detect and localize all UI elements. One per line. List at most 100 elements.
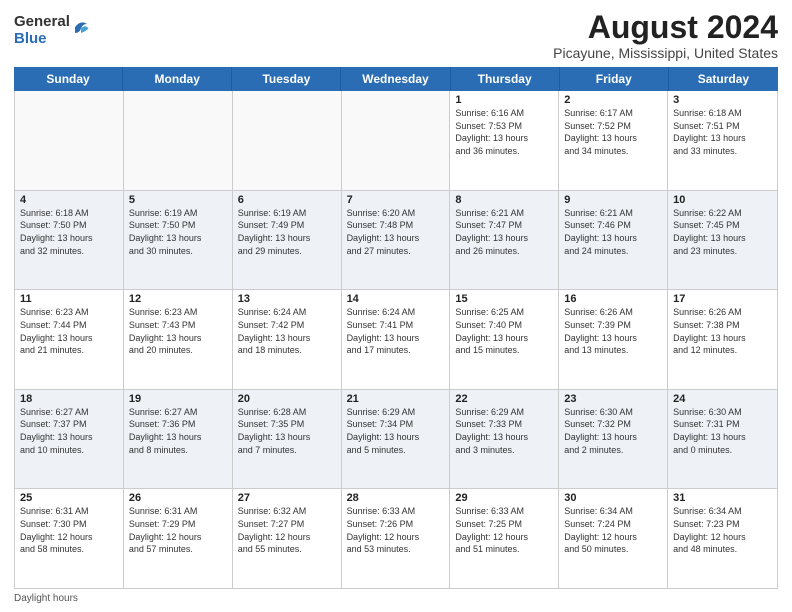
- day-number: 7: [347, 194, 445, 206]
- cal-cell-21: 21Sunrise: 6:29 AM Sunset: 7:34 PM Dayli…: [342, 390, 451, 489]
- cell-info: Sunrise: 6:23 AM Sunset: 7:43 PM Dayligh…: [129, 306, 227, 356]
- cell-info: Sunrise: 6:27 AM Sunset: 7:37 PM Dayligh…: [20, 406, 118, 456]
- calendar-header: Sunday Monday Tuesday Wednesday Thursday…: [14, 67, 778, 91]
- day-number: 24: [673, 393, 772, 405]
- cell-info: Sunrise: 6:30 AM Sunset: 7:31 PM Dayligh…: [673, 406, 772, 456]
- cell-info: Sunrise: 6:34 AM Sunset: 7:23 PM Dayligh…: [673, 505, 772, 555]
- header-sunday: Sunday: [14, 67, 123, 91]
- day-number: 17: [673, 293, 772, 305]
- cell-info: Sunrise: 6:26 AM Sunset: 7:39 PM Dayligh…: [564, 306, 662, 356]
- day-number: 18: [20, 393, 118, 405]
- cal-cell-23: 23Sunrise: 6:30 AM Sunset: 7:32 PM Dayli…: [559, 390, 668, 489]
- cal-cell-30: 30Sunrise: 6:34 AM Sunset: 7:24 PM Dayli…: [559, 489, 668, 588]
- day-number: 6: [238, 194, 336, 206]
- cal-cell-19: 19Sunrise: 6:27 AM Sunset: 7:36 PM Dayli…: [124, 390, 233, 489]
- day-number: 21: [347, 393, 445, 405]
- cell-info: Sunrise: 6:33 AM Sunset: 7:26 PM Dayligh…: [347, 505, 445, 555]
- cell-info: Sunrise: 6:33 AM Sunset: 7:25 PM Dayligh…: [455, 505, 553, 555]
- cell-info: Sunrise: 6:17 AM Sunset: 7:52 PM Dayligh…: [564, 107, 662, 157]
- cell-info: Sunrise: 6:27 AM Sunset: 7:36 PM Dayligh…: [129, 406, 227, 456]
- day-number: 10: [673, 194, 772, 206]
- page: General Blue August 2024 Picayune, Missi…: [0, 0, 792, 612]
- cell-info: Sunrise: 6:26 AM Sunset: 7:38 PM Dayligh…: [673, 306, 772, 356]
- day-number: 2: [564, 94, 662, 106]
- header-thursday: Thursday: [451, 67, 560, 91]
- calendar-body: 1Sunrise: 6:16 AM Sunset: 7:53 PM Daylig…: [14, 91, 778, 589]
- cal-cell-6: 6Sunrise: 6:19 AM Sunset: 7:49 PM Daylig…: [233, 191, 342, 290]
- main-title: August 2024: [553, 10, 778, 45]
- empty-cell: [15, 91, 124, 190]
- title-block: August 2024 Picayune, Mississippi, Unite…: [553, 10, 778, 61]
- day-number: 23: [564, 393, 662, 405]
- cal-row-4: 25Sunrise: 6:31 AM Sunset: 7:30 PM Dayli…: [15, 489, 777, 588]
- day-number: 20: [238, 393, 336, 405]
- cell-info: Sunrise: 6:24 AM Sunset: 7:41 PM Dayligh…: [347, 306, 445, 356]
- cal-cell-22: 22Sunrise: 6:29 AM Sunset: 7:33 PM Dayli…: [450, 390, 559, 489]
- day-number: 8: [455, 194, 553, 206]
- day-number: 12: [129, 293, 227, 305]
- cal-cell-27: 27Sunrise: 6:32 AM Sunset: 7:27 PM Dayli…: [233, 489, 342, 588]
- cal-cell-16: 16Sunrise: 6:26 AM Sunset: 7:39 PM Dayli…: [559, 290, 668, 389]
- cal-cell-18: 18Sunrise: 6:27 AM Sunset: 7:37 PM Dayli…: [15, 390, 124, 489]
- cell-info: Sunrise: 6:28 AM Sunset: 7:35 PM Dayligh…: [238, 406, 336, 456]
- cal-cell-14: 14Sunrise: 6:24 AM Sunset: 7:41 PM Dayli…: [342, 290, 451, 389]
- header-wednesday: Wednesday: [341, 67, 450, 91]
- cal-row-1: 4Sunrise: 6:18 AM Sunset: 7:50 PM Daylig…: [15, 191, 777, 291]
- day-number: 5: [129, 194, 227, 206]
- day-number: 25: [20, 492, 118, 504]
- day-number: 30: [564, 492, 662, 504]
- cal-row-3: 18Sunrise: 6:27 AM Sunset: 7:37 PM Dayli…: [15, 390, 777, 490]
- header: General Blue August 2024 Picayune, Missi…: [14, 10, 778, 61]
- cal-row-2: 11Sunrise: 6:23 AM Sunset: 7:44 PM Dayli…: [15, 290, 777, 390]
- cal-row-0: 1Sunrise: 6:16 AM Sunset: 7:53 PM Daylig…: [15, 91, 777, 191]
- logo-blue: Blue: [14, 31, 70, 48]
- cal-cell-3: 3Sunrise: 6:18 AM Sunset: 7:51 PM Daylig…: [668, 91, 777, 190]
- cal-cell-15: 15Sunrise: 6:25 AM Sunset: 7:40 PM Dayli…: [450, 290, 559, 389]
- cal-cell-28: 28Sunrise: 6:33 AM Sunset: 7:26 PM Dayli…: [342, 489, 451, 588]
- day-number: 29: [455, 492, 553, 504]
- day-number: 9: [564, 194, 662, 206]
- cell-info: Sunrise: 6:21 AM Sunset: 7:46 PM Dayligh…: [564, 207, 662, 257]
- day-number: 3: [673, 94, 772, 106]
- cal-cell-9: 9Sunrise: 6:21 AM Sunset: 7:46 PM Daylig…: [559, 191, 668, 290]
- cal-cell-1: 1Sunrise: 6:16 AM Sunset: 7:53 PM Daylig…: [450, 91, 559, 190]
- empty-cell: [124, 91, 233, 190]
- calendar: Sunday Monday Tuesday Wednesday Thursday…: [14, 67, 778, 589]
- day-number: 31: [673, 492, 772, 504]
- day-number: 4: [20, 194, 118, 206]
- day-number: 14: [347, 293, 445, 305]
- day-number: 19: [129, 393, 227, 405]
- cal-cell-25: 25Sunrise: 6:31 AM Sunset: 7:30 PM Dayli…: [15, 489, 124, 588]
- cell-info: Sunrise: 6:19 AM Sunset: 7:49 PM Dayligh…: [238, 207, 336, 257]
- cal-cell-11: 11Sunrise: 6:23 AM Sunset: 7:44 PM Dayli…: [15, 290, 124, 389]
- footer: Daylight hours: [14, 593, 778, 604]
- day-number: 16: [564, 293, 662, 305]
- cell-info: Sunrise: 6:25 AM Sunset: 7:40 PM Dayligh…: [455, 306, 553, 356]
- cal-cell-26: 26Sunrise: 6:31 AM Sunset: 7:29 PM Dayli…: [124, 489, 233, 588]
- cal-cell-2: 2Sunrise: 6:17 AM Sunset: 7:52 PM Daylig…: [559, 91, 668, 190]
- cell-info: Sunrise: 6:23 AM Sunset: 7:44 PM Dayligh…: [20, 306, 118, 356]
- logo: General Blue: [14, 14, 90, 47]
- empty-cell: [342, 91, 451, 190]
- cell-info: Sunrise: 6:29 AM Sunset: 7:34 PM Dayligh…: [347, 406, 445, 456]
- cal-cell-4: 4Sunrise: 6:18 AM Sunset: 7:50 PM Daylig…: [15, 191, 124, 290]
- cell-info: Sunrise: 6:29 AM Sunset: 7:33 PM Dayligh…: [455, 406, 553, 456]
- cell-info: Sunrise: 6:16 AM Sunset: 7:53 PM Dayligh…: [455, 107, 553, 157]
- cell-info: Sunrise: 6:20 AM Sunset: 7:48 PM Dayligh…: [347, 207, 445, 257]
- cell-info: Sunrise: 6:21 AM Sunset: 7:47 PM Dayligh…: [455, 207, 553, 257]
- cal-cell-31: 31Sunrise: 6:34 AM Sunset: 7:23 PM Dayli…: [668, 489, 777, 588]
- day-number: 26: [129, 492, 227, 504]
- cal-cell-29: 29Sunrise: 6:33 AM Sunset: 7:25 PM Dayli…: [450, 489, 559, 588]
- day-number: 11: [20, 293, 118, 305]
- cell-info: Sunrise: 6:30 AM Sunset: 7:32 PM Dayligh…: [564, 406, 662, 456]
- header-saturday: Saturday: [669, 67, 778, 91]
- cell-info: Sunrise: 6:32 AM Sunset: 7:27 PM Dayligh…: [238, 505, 336, 555]
- cell-info: Sunrise: 6:18 AM Sunset: 7:51 PM Dayligh…: [673, 107, 772, 157]
- subtitle: Picayune, Mississippi, United States: [553, 45, 778, 61]
- cal-cell-20: 20Sunrise: 6:28 AM Sunset: 7:35 PM Dayli…: [233, 390, 342, 489]
- cell-info: Sunrise: 6:19 AM Sunset: 7:50 PM Dayligh…: [129, 207, 227, 257]
- cell-info: Sunrise: 6:18 AM Sunset: 7:50 PM Dayligh…: [20, 207, 118, 257]
- cal-cell-7: 7Sunrise: 6:20 AM Sunset: 7:48 PM Daylig…: [342, 191, 451, 290]
- cell-info: Sunrise: 6:34 AM Sunset: 7:24 PM Dayligh…: [564, 505, 662, 555]
- day-number: 27: [238, 492, 336, 504]
